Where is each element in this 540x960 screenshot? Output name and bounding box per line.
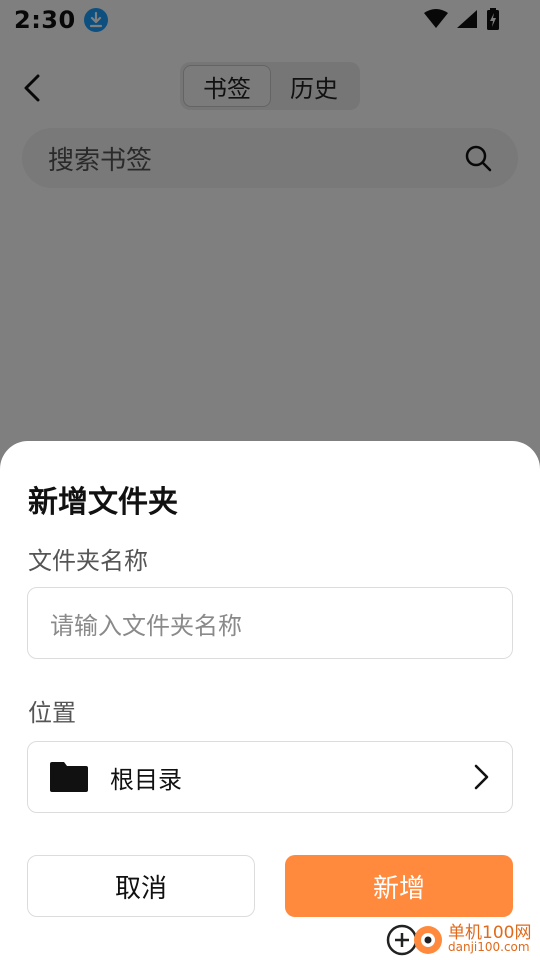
folder-icon [50, 762, 88, 792]
watermark-url: danji100.com [448, 940, 530, 954]
new-folder-sheet: 新增文件夹 文件夹名称 请输入文件夹名称 位置 根目录 取消 新增 [0, 441, 540, 960]
location-label: 位置 [28, 699, 76, 727]
confirm-add-button[interactable]: 新增 [285, 855, 513, 917]
dialog-title: 新增文件夹 [28, 485, 178, 520]
chevron-right-icon [474, 764, 489, 790]
watermark: 单机100网 danji100.com [386, 918, 536, 958]
screen: 2:30 书签 历史 搜索书签 [0, 0, 540, 960]
watermark-logo [386, 924, 442, 956]
cancel-button[interactable]: 取消 [27, 855, 255, 917]
folder-name-field[interactable]: 请输入文件夹名称 [27, 587, 513, 659]
folder-name-label: 文件夹名称 [28, 547, 148, 575]
location-value: 根目录 [110, 765, 182, 794]
folder-name-placeholder: 请输入文件夹名称 [50, 611, 242, 640]
location-selector[interactable]: 根目录 [27, 741, 513, 813]
